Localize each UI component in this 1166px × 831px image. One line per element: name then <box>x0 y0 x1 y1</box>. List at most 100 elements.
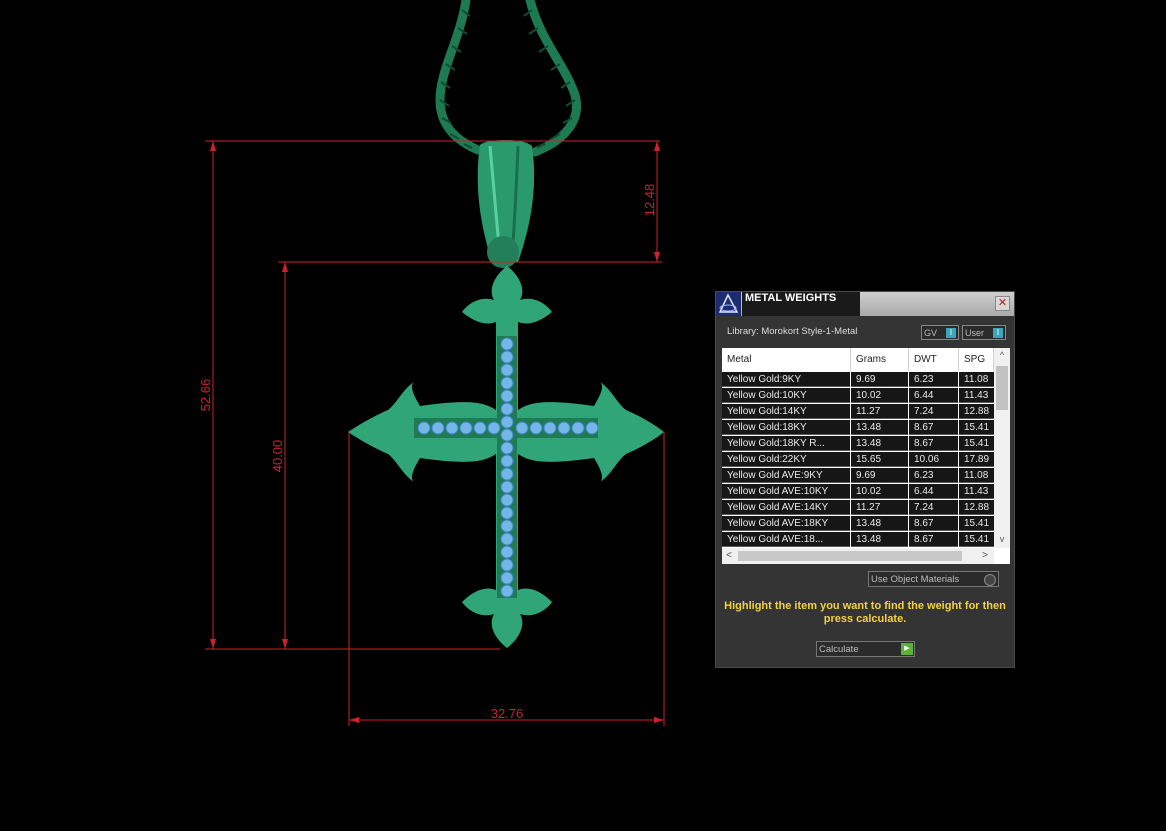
table-cell: 8.67 <box>909 516 958 531</box>
table-cell: 10.06 <box>909 452 958 467</box>
panel-title: METAL WEIGHTS <box>742 292 860 316</box>
calculate-button[interactable]: Calculate ▶ <box>816 641 915 657</box>
table-row[interactable]: Yellow Gold:9KY 9.69 6.23 11.08 <box>722 372 994 388</box>
table-row[interactable]: Yellow Gold:14KY 11.27 7.24 12.88 <box>722 404 994 420</box>
stone <box>571 421 585 435</box>
table-cell: 13.48 <box>851 420 908 435</box>
stone <box>500 337 514 351</box>
table-cell: 8.67 <box>909 420 958 435</box>
table-cell: 15.41 <box>959 420 994 435</box>
table-cell: Yellow Gold AVE:14KY <box>722 500 850 515</box>
table-cell: 7.24 <box>909 500 958 515</box>
table-cell: 13.48 <box>851 436 908 451</box>
stone <box>500 532 514 546</box>
table-cell: Yellow Gold AVE:18... <box>722 532 850 547</box>
stone <box>417 421 431 435</box>
column-header-grams[interactable]: Grams <box>851 348 909 371</box>
column-header-spg[interactable]: SPG <box>959 348 994 371</box>
instructions-text: Highlight the item you want to find the … <box>724 600 1006 625</box>
table-cell: 12.88 <box>959 500 994 515</box>
table-cell: 10.02 <box>851 388 908 403</box>
table-cell: Yellow Gold:9KY <box>722 372 850 387</box>
table-row[interactable]: Yellow Gold:10KY 10.02 6.44 11.43 <box>722 388 994 404</box>
stone <box>500 519 514 533</box>
library-label: Library: Morokort Style-1-Metal <box>727 326 858 337</box>
table-cell: 8.67 <box>909 436 958 451</box>
stone <box>529 421 543 435</box>
title-bar[interactable]: METAL WEIGHTS ✕ <box>716 292 1014 316</box>
stone <box>487 421 501 435</box>
gv-toggle-label: GV <box>924 328 938 338</box>
table-cell: 9.69 <box>851 372 908 387</box>
stone <box>500 506 514 520</box>
stone <box>500 454 514 468</box>
table-cell: 7.24 <box>909 404 958 419</box>
table-row[interactable]: Yellow Gold:18KY 13.48 8.67 15.41 <box>722 420 994 436</box>
stone <box>500 350 514 364</box>
dimension-bail-height: 12.48 <box>642 184 657 217</box>
table-row[interactable]: Yellow Gold AVE:9KY 9.69 6.23 11.08 <box>722 468 994 484</box>
stone <box>500 376 514 390</box>
dimension-cross-height: 40.00 <box>270 440 285 473</box>
table-row[interactable]: Yellow Gold AVE:14KY 11.27 7.24 12.88 <box>722 500 994 516</box>
column-header-dwt[interactable]: DWT <box>909 348 959 371</box>
scroll-right-icon[interactable]: > <box>978 548 992 564</box>
table-cell: Yellow Gold AVE:10KY <box>722 484 850 499</box>
close-button[interactable]: ✕ <box>995 296 1010 311</box>
table-cell: 6.23 <box>909 468 958 483</box>
table-cell: 6.23 <box>909 372 958 387</box>
table-row[interactable]: Yellow Gold:18KY R... 13.48 8.67 15.41 <box>722 436 994 452</box>
table-cell: 9.69 <box>851 468 908 483</box>
table-cell: 10.02 <box>851 484 908 499</box>
stone <box>500 545 514 559</box>
column-header-metal[interactable]: Metal <box>722 348 851 371</box>
table-cell: 11.27 <box>851 404 908 419</box>
scroll-down-icon[interactable]: v <box>994 532 1010 546</box>
table-cell: 11.43 <box>959 388 994 403</box>
scroll-left-icon[interactable]: < <box>722 548 736 564</box>
table-cell: 15.41 <box>959 532 994 547</box>
stone <box>500 389 514 403</box>
table-row[interactable]: Yellow Gold:22KY 15.65 10.06 17.89 <box>722 452 994 468</box>
metal-table: Metal Grams DWT SPG Yellow Gold:9KY 9.69 6… <box>722 348 1010 564</box>
stone <box>500 363 514 377</box>
use-object-materials-button[interactable]: Use Object Materials <box>868 571 999 587</box>
stone <box>500 415 514 429</box>
stone <box>500 558 514 572</box>
stone <box>500 584 514 598</box>
vertical-scroll-thumb[interactable] <box>996 366 1008 410</box>
user-toggle[interactable]: User I <box>962 325 1006 340</box>
gv-toggle[interactable]: GV I <box>921 325 959 340</box>
table-row[interactable]: Yellow Gold AVE:18... 13.48 8.67 15.41 <box>722 532 994 548</box>
table-cell: Yellow Gold AVE:18KY <box>722 516 850 531</box>
table-row[interactable]: Yellow Gold AVE:10KY 10.02 6.44 11.43 <box>722 484 994 500</box>
radio-icon <box>984 574 996 586</box>
horizontal-scroll-thumb[interactable] <box>738 551 962 561</box>
table-cell: 8.67 <box>909 532 958 547</box>
table-cell: Yellow Gold:22KY <box>722 452 850 467</box>
stone <box>459 421 473 435</box>
scroll-up-icon[interactable]: ^ <box>994 348 1010 362</box>
table-cell: 15.41 <box>959 436 994 451</box>
vertical-scrollbar[interactable]: ^ v <box>994 348 1010 548</box>
stone <box>500 467 514 481</box>
table-row[interactable]: Yellow Gold AVE:18KY 13.48 8.67 15.41 <box>722 516 994 532</box>
chain-links <box>439 9 576 149</box>
chain <box>435 0 581 157</box>
table-cell: 13.48 <box>851 516 908 531</box>
table-header: Metal Grams DWT SPG <box>722 348 994 371</box>
stone <box>500 493 514 507</box>
stone <box>431 421 445 435</box>
bail <box>477 140 535 268</box>
horizontal-scrollbar[interactable]: < > <box>722 548 994 564</box>
stone <box>473 421 487 435</box>
stone <box>500 571 514 585</box>
use-object-materials-label: Use Object Materials <box>871 574 960 585</box>
table-cell: 15.41 <box>959 516 994 531</box>
table-cell: 12.88 <box>959 404 994 419</box>
table-cell: Yellow Gold:18KY R... <box>722 436 850 451</box>
user-toggle-label: User <box>965 328 985 338</box>
stone <box>500 402 514 416</box>
table-cell: 11.08 <box>959 468 994 483</box>
table-cell: 11.08 <box>959 372 994 387</box>
